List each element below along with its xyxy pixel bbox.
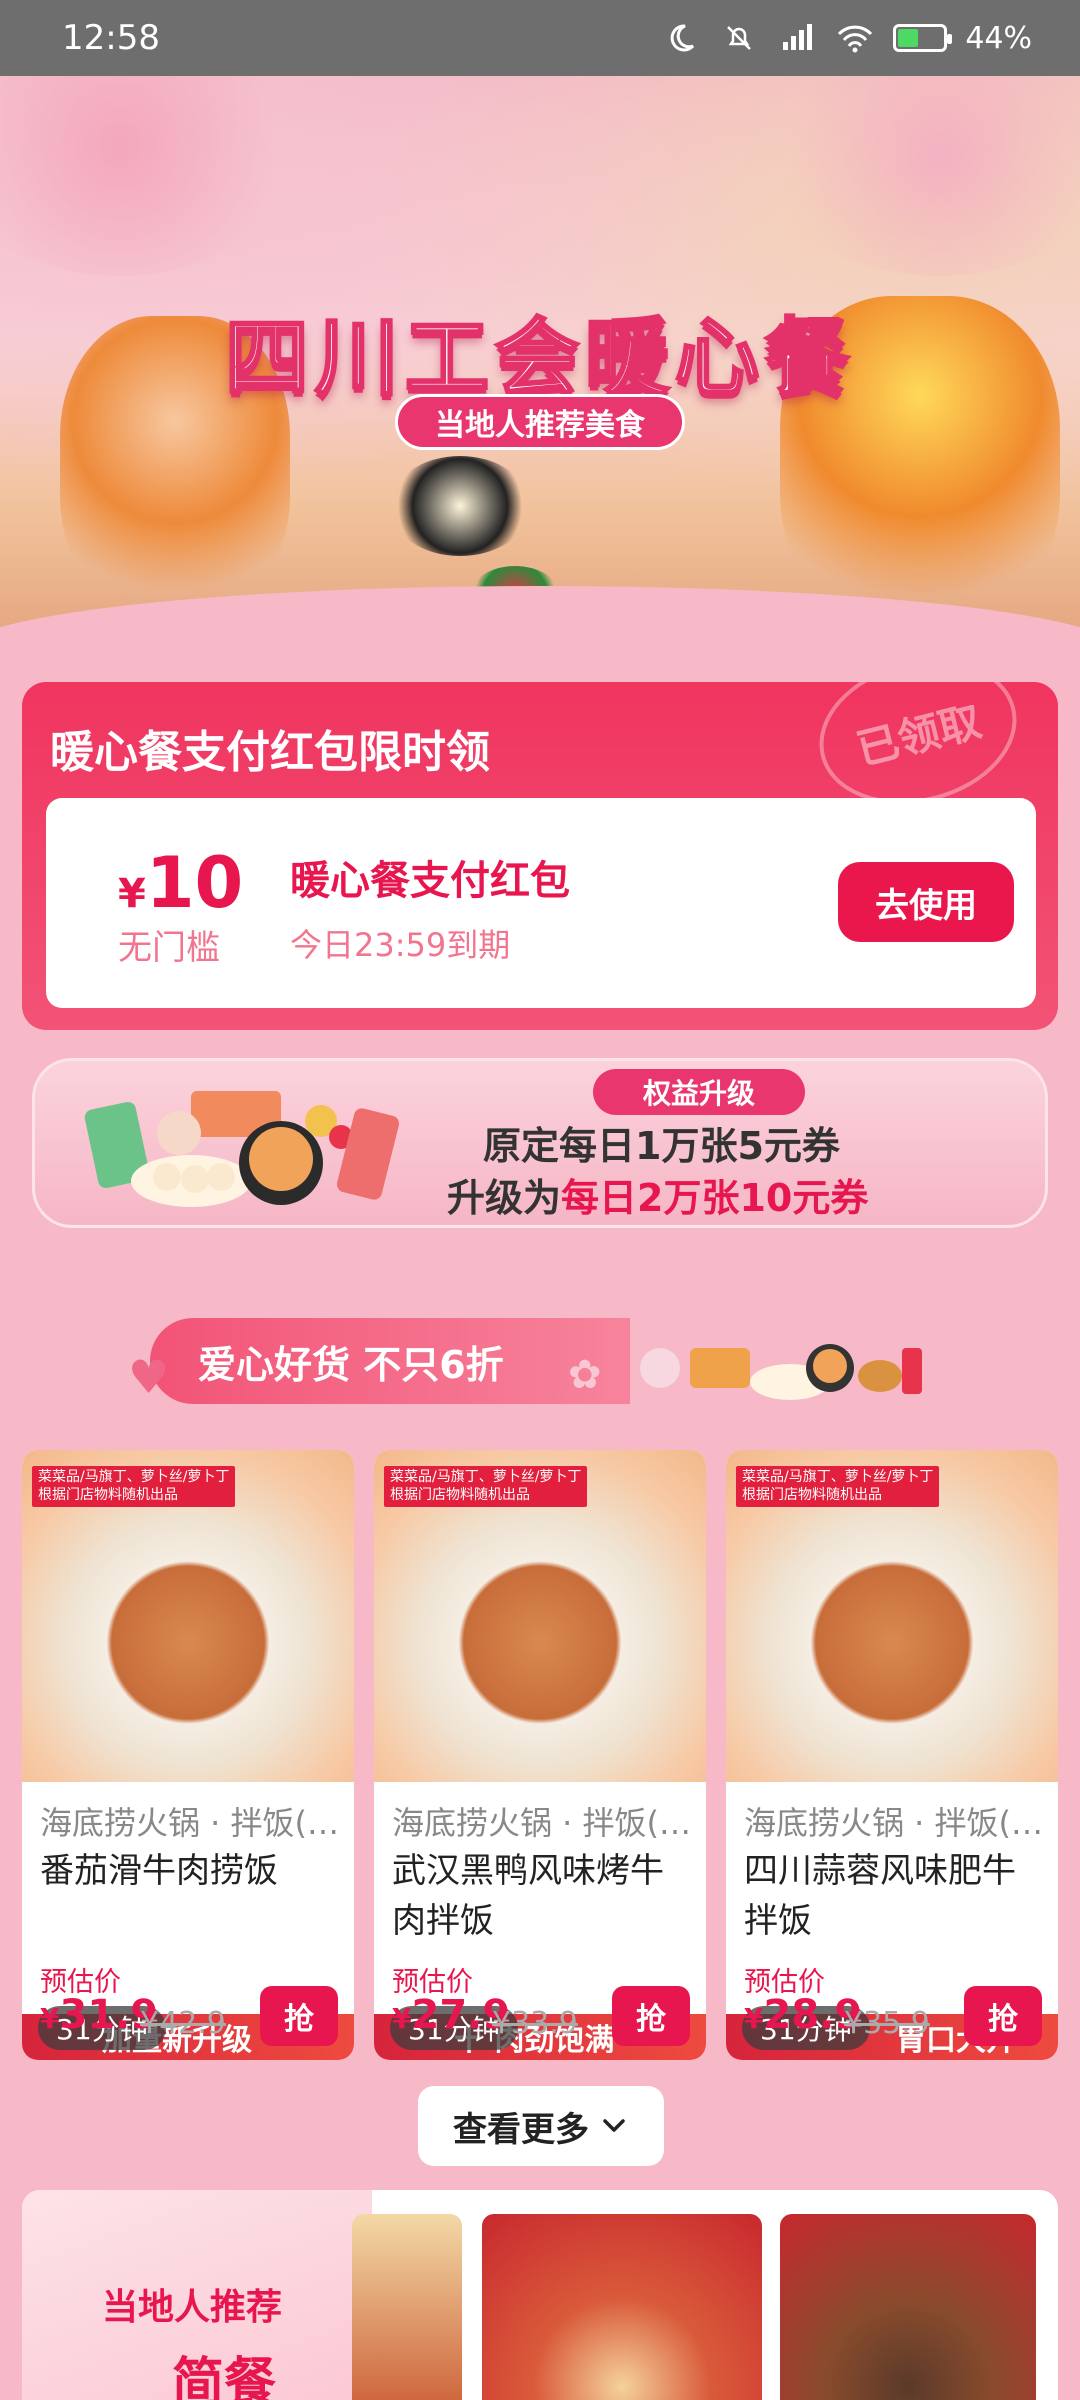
food-decoration [640,1344,922,1400]
shop-name: 海底捞火锅 · 拌饭(… [744,1804,1044,1842]
original-price: ¥33.9 [492,2006,578,2041]
battery-level: 44% [965,20,1032,56]
clock: 12:58 [62,18,160,58]
battery-icon [893,24,953,52]
tag-line: 菜菜品/马旗丁、萝卜丝/萝卜丁 [742,1469,934,1485]
heart-icon: ♥ [128,1350,170,1404]
coupon-expiry: 今日23:59到期 [290,926,511,964]
use-coupon-button[interactable]: 去使用 [838,862,1014,942]
local-recommend-title: 当地人推荐 [102,2287,283,2328]
currency-symbol: ¥ [40,2002,60,2035]
signal-icon [777,18,817,58]
coupon-name: 暖心餐支付红包 [290,858,570,904]
product-name: 武汉黑鸭风味烤牛肉拌饭 [392,1851,664,1941]
upgrade-prefix: 升级为 [447,1176,562,1220]
product-name: 四川蒜蓉风味肥牛拌饭 [744,1851,1016,1941]
flower-icon: ✿ [568,1352,602,1398]
product-image-tag: 菜菜品/马旗丁、萝卜丝/萝卜丁 根据门店物料随机出品 [384,1466,588,1507]
tag-line: 菜菜品/马旗丁、萝卜丝/萝卜丁 [390,1469,582,1485]
grab-button[interactable]: 抢 [612,1986,690,2046]
original-price: ¥42.9 [140,2006,226,2041]
currency-symbol: ¥ [744,2002,764,2035]
coupon-amount: ¥10 [118,842,243,924]
local-recommend-banner[interactable]: 当地人推荐 简餐 [22,2190,372,2400]
blossom-decoration [0,76,300,276]
tag-line: 根据门店物料随机出品 [742,1486,882,1503]
product-image-tag: 菜菜品/马旗丁、萝卜丝/萝卜丁 根据门店物料随机出品 [32,1466,236,1507]
status-icons: 44% [661,18,1032,58]
tag-line: 根据门店物料随机出品 [390,1486,530,1503]
hero-title: 四川工会暖心餐 [223,308,855,409]
upgrade-banner[interactable]: 权益升级 原定每日1万张5元券 升级为每日2万张10元券 [32,1058,1048,1228]
hero-banner[interactable]: 四川工会暖心餐 当地人推荐美食 [0,76,1080,656]
food-thumbnail[interactable] [780,2214,1036,2400]
upgrade-new-text: 升级为每日2万张10元券 [447,1167,868,1222]
mute-bell-icon [719,18,759,58]
moon-icon [661,18,701,58]
coupon-threshold: 无门槛 [118,928,220,968]
food-thumbnail[interactable] [482,2214,762,2400]
status-bar: 12:58 44% [0,0,1080,76]
see-more-button[interactable]: 查看更多 [418,2086,664,2166]
shop-name: 海底捞火锅 · 拌饭(… [40,1804,340,1842]
section-header: 爱心好货 不只6折 [150,1318,630,1404]
chevron-down-icon [603,2119,625,2132]
tag-line: 根据门店物料随机出品 [38,1486,178,1503]
tag-line: 菜菜品/马旗丁、萝卜丝/萝卜丁 [38,1469,230,1485]
local-recommend-subtitle: 简餐 [172,2353,277,2400]
upgrade-original-text: 原定每日1万张5元券 [483,1124,840,1168]
wifi-icon [835,18,875,58]
red-packet-title: 暖心餐支付红包限时领 [50,727,490,778]
grab-button[interactable]: 抢 [964,1986,1042,2046]
product-card[interactable]: 菜菜品/马旗丁、萝卜丝/萝卜丁 根据门店物料随机出品 加量新升级 31分钟 海底… [22,1450,354,2060]
local-recommend-section[interactable]: 当地人推荐 简餐 [22,2190,1058,2400]
currency-symbol: ¥ [118,871,146,917]
see-more-label: 查看更多 [453,2110,589,2149]
red-packet-coupon: ¥10 无门槛 暖心餐支付红包 今日23:59到期 去使用 [46,798,1036,1008]
product-card[interactable]: 菜菜品/马旗丁、萝卜丝/萝卜丁 根据门店物料随机出品 十 肉劲饱满 31分钟 海… [374,1450,706,2060]
shop-name: 海底捞火锅 · 拌饭(… [392,1804,692,1842]
food-dish-illustration [390,456,530,556]
section-title: 爱心好货 不只6折 [198,1342,504,1387]
upgrade-tag: 权益升级 [593,1069,805,1115]
upgrade-highlight: 每日2万张10元券 [561,1176,869,1220]
tickets-food-illustration [84,1091,400,1207]
grab-button[interactable]: 抢 [260,1986,338,2046]
hero-subtitle: 当地人推荐美食 [395,394,685,450]
red-packet-card: 暖心餐支付红包限时领 已领取 ¥10 无门槛 暖心餐支付红包 今日23:59到期… [22,682,1058,1030]
product-image-tag: 菜菜品/马旗丁、萝卜丝/萝卜丁 根据门店物料随机出品 [736,1466,940,1507]
original-price: ¥35.9 [844,2006,930,2041]
currency-symbol: ¥ [392,2002,412,2035]
coupon-value: 10 [145,842,244,924]
blossom-decoration [760,76,1080,276]
food-thumbnail[interactable] [352,2214,462,2400]
product-card[interactable]: 菜菜品/马旗丁、萝卜丝/萝卜丁 根据门店物料随机出品 胃口大开 31分钟 海底捞… [726,1450,1058,2060]
product-name: 番茄滑牛肉捞饭 [40,1851,278,1891]
